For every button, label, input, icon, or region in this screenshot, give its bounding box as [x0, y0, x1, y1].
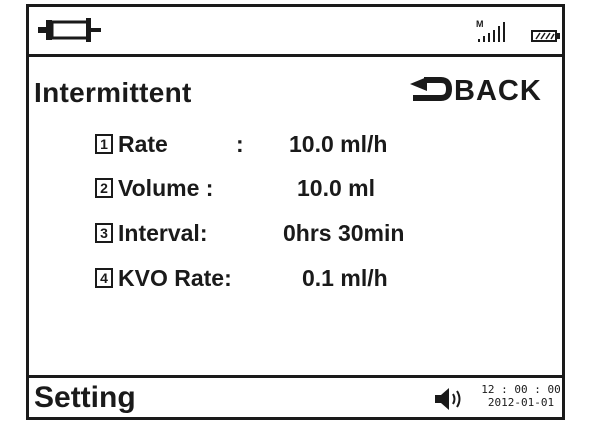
param-number-badge: 2 — [95, 178, 113, 198]
signal-mode-label: M — [476, 19, 484, 29]
clock-date: 2012-01-01 — [487, 396, 555, 409]
param-label: KVO Rate: — [118, 264, 232, 291]
param-label: Rate — [118, 130, 168, 157]
signal-strength-icon: M — [476, 19, 520, 48]
footer-mode-label: Setting — [34, 381, 136, 414]
back-button[interactable]: BACK — [405, 71, 542, 111]
footer-bar: Setting 12 : 00 : 00 2012-01-01 — [29, 375, 562, 417]
clock: 12 : 00 : 00 2012-01-01 — [481, 383, 561, 409]
param-row-rate[interactable]: 1 Rate : 10.0 ml/h — [95, 129, 387, 159]
page-title: Intermittent — [34, 77, 192, 108]
param-separator: : — [236, 130, 244, 157]
param-number-badge: 4 — [95, 268, 113, 288]
param-number-badge: 3 — [95, 223, 113, 243]
param-value: 0hrs 30min — [283, 219, 405, 246]
param-label: Volume : — [118, 174, 214, 201]
battery-icon — [531, 29, 561, 47]
param-value: 0.1 ml/h — [302, 264, 388, 291]
param-row-interval[interactable]: 3 Interval: 0hrs 30min — [95, 218, 404, 248]
clock-time: 12 : 00 : 00 — [481, 383, 561, 396]
param-row-volume[interactable]: 2 Volume : 10.0 ml — [95, 173, 375, 203]
back-label: BACK — [454, 74, 542, 107]
param-row-kvo-rate[interactable]: 4 KVO Rate: 0.1 ml/h — [95, 263, 388, 293]
param-value: 10.0 ml — [297, 174, 375, 201]
status-bar: M — [29, 7, 562, 57]
param-label: Interval: — [118, 219, 208, 246]
speaker-volume-icon[interactable] — [434, 387, 464, 416]
u-turn-arrow-icon — [410, 77, 453, 101]
param-number-badge: 1 — [95, 134, 113, 154]
pump-display: M Intermittent BACK 1 Rate: 10.0 ml/h 2… — [26, 4, 565, 420]
syringe-icon — [38, 17, 102, 48]
param-value: 10.0 ml/h — [289, 130, 388, 157]
